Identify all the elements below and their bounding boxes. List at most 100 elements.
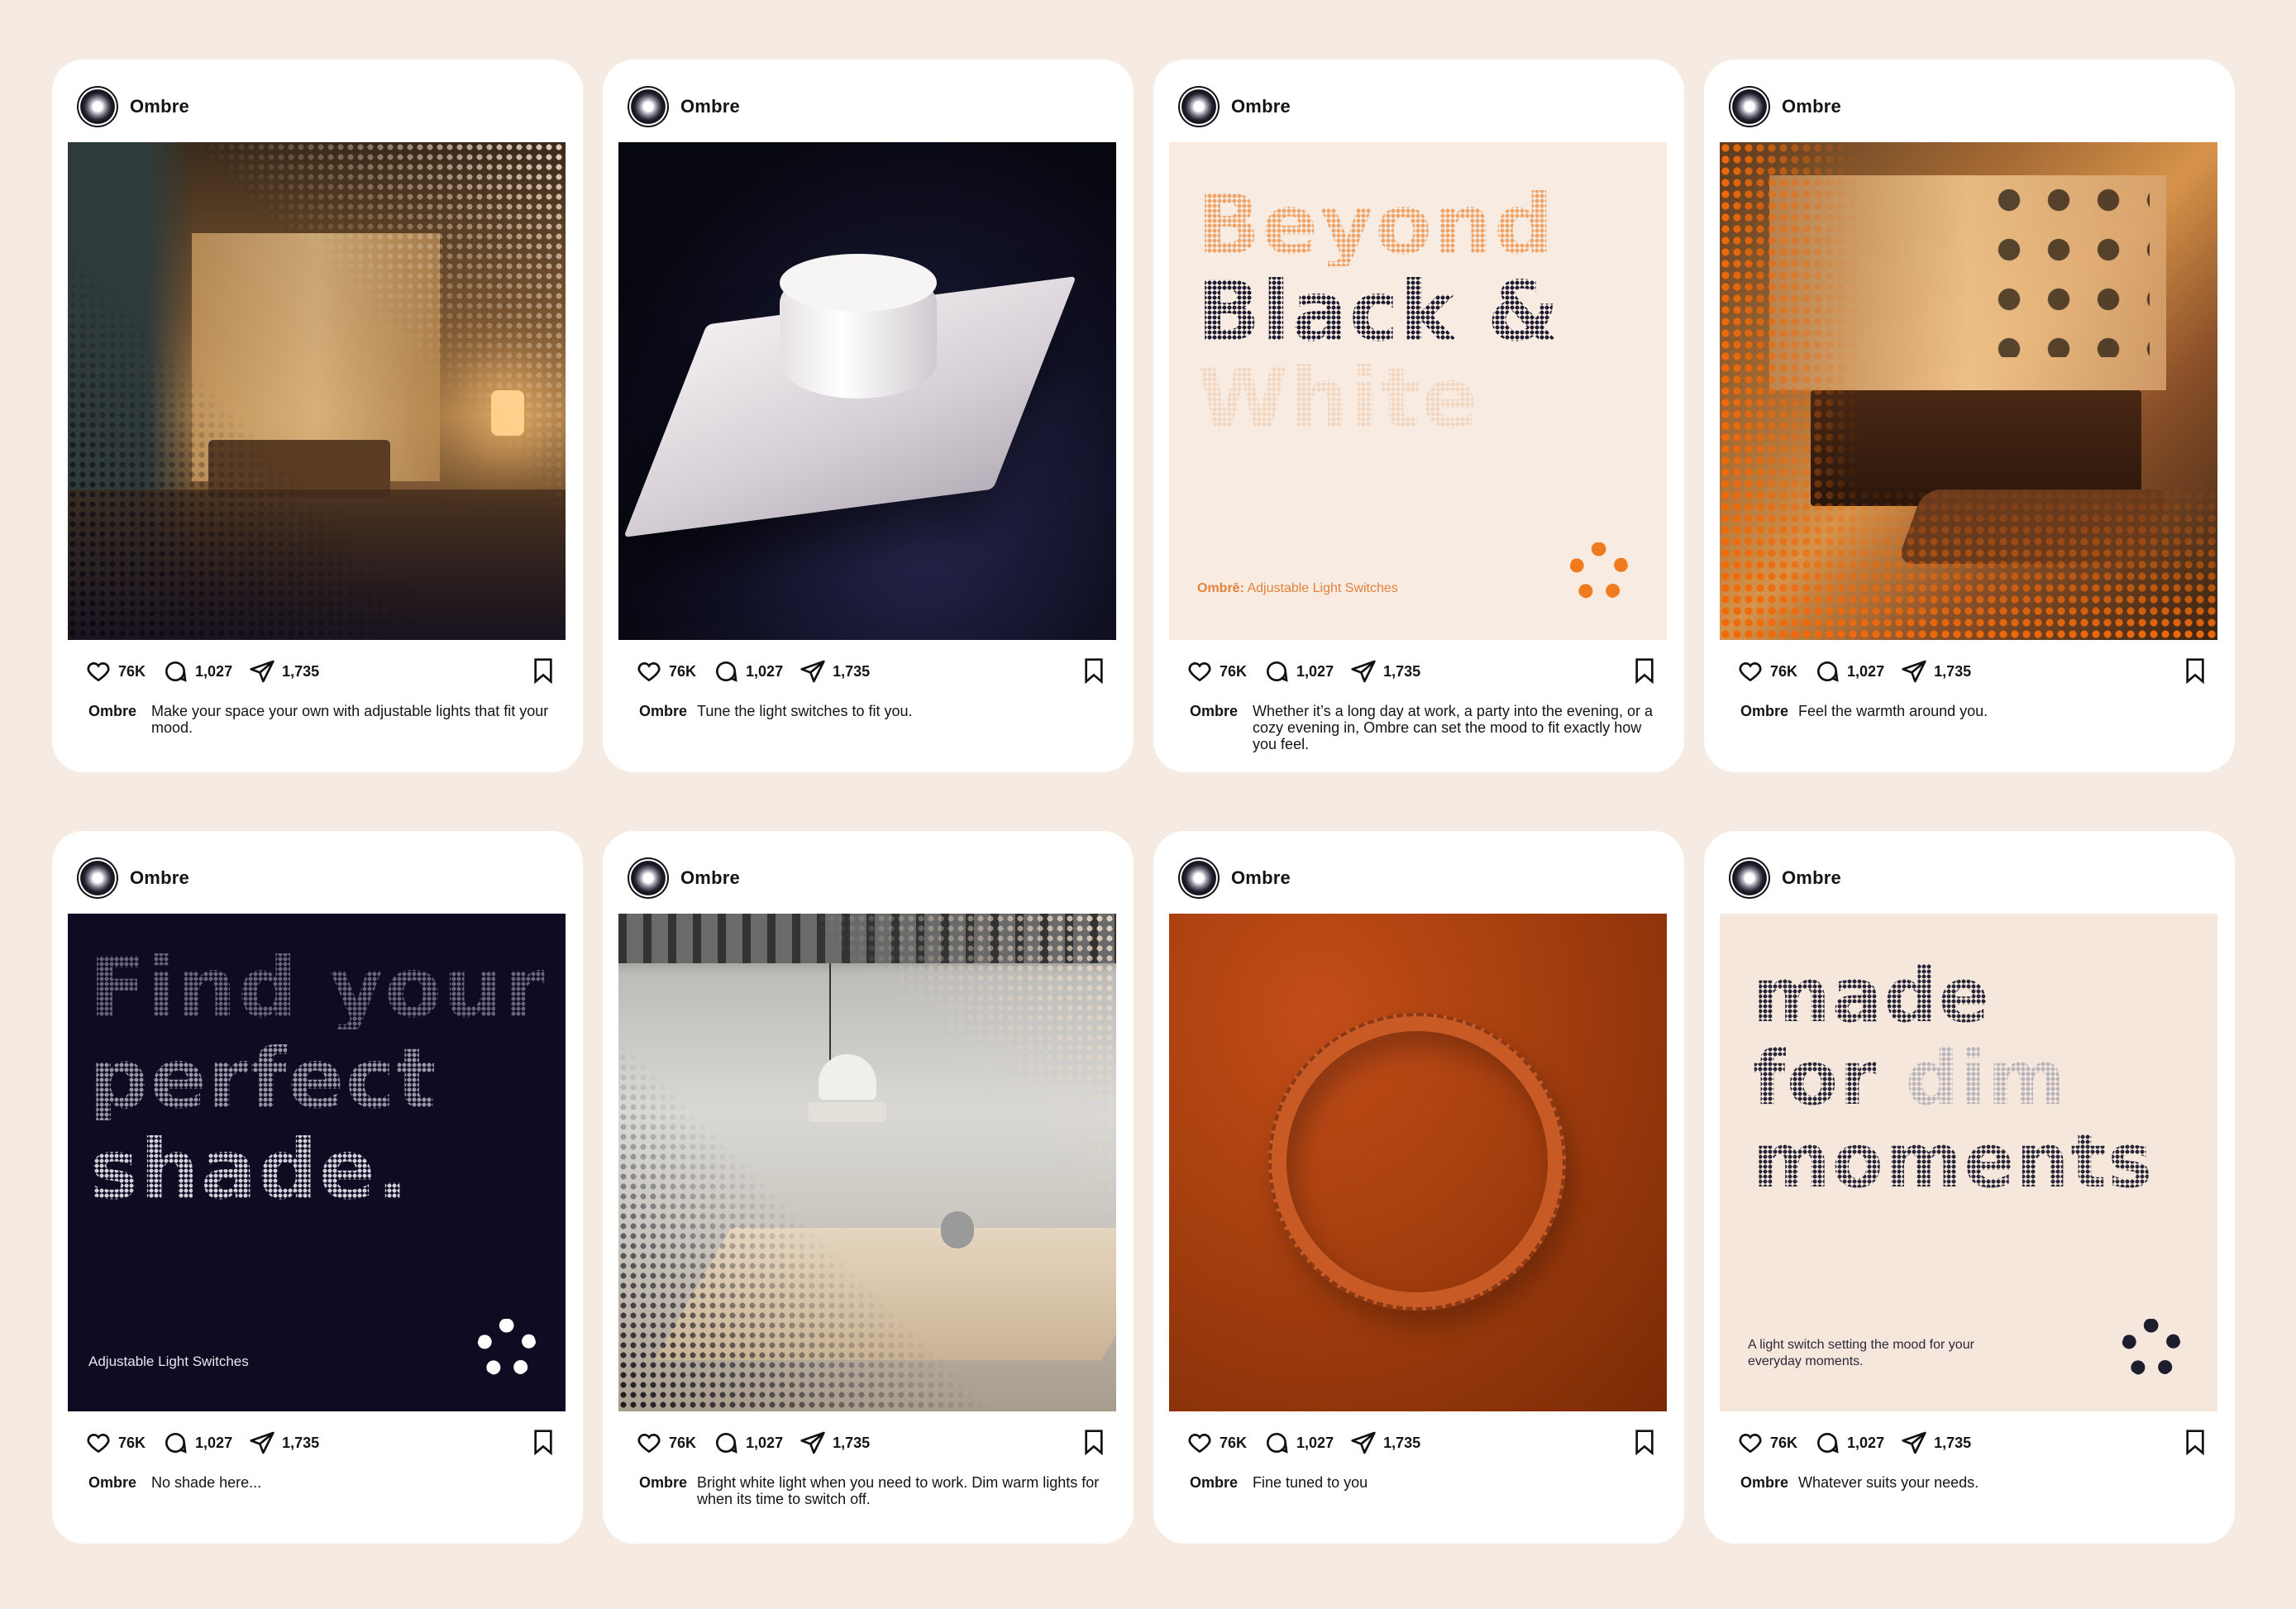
- caption-username[interactable]: Ombre: [88, 703, 136, 736]
- like-action[interactable]: 76K: [1737, 1430, 1797, 1456]
- paper-plane-icon[interactable]: [1350, 1430, 1377, 1456]
- like-action[interactable]: 76K: [85, 1430, 146, 1456]
- caption-username[interactable]: Ombre: [639, 1474, 687, 1507]
- comment-bubble-icon[interactable]: [713, 1430, 739, 1456]
- post-header[interactable]: Ombre: [628, 857, 740, 899]
- post-image-beyond-black-white[interactable]: Beyond Black & White Ombrē: Adjustable L…: [1169, 142, 1667, 640]
- post-header[interactable]: Ombre: [1729, 857, 1841, 899]
- save-action[interactable]: [1631, 1428, 1658, 1460]
- caption-username[interactable]: Ombre: [1190, 1474, 1238, 1491]
- share-action[interactable]: 1,735: [1901, 1430, 1971, 1456]
- post-header[interactable]: Ombre: [1178, 86, 1291, 127]
- caption-username[interactable]: Ombre: [1190, 703, 1238, 752]
- username[interactable]: Ombre: [680, 867, 740, 889]
- avatar[interactable]: [1729, 86, 1770, 127]
- paper-plane-icon[interactable]: [1901, 1430, 1927, 1456]
- bookmark-icon[interactable]: [1081, 1428, 1107, 1456]
- post-image-warm-sideboard[interactable]: [1720, 142, 2217, 640]
- caption-username[interactable]: Ombre: [88, 1474, 136, 1491]
- heart-icon[interactable]: [85, 1430, 112, 1456]
- save-action[interactable]: [530, 1428, 556, 1460]
- avatar[interactable]: [1178, 857, 1220, 899]
- post-image-orange-ring[interactable]: [1169, 914, 1667, 1411]
- comment-action[interactable]: 1,027: [1263, 1430, 1334, 1456]
- share-action[interactable]: 1,735: [249, 658, 319, 685]
- bookmark-icon[interactable]: [1631, 1428, 1658, 1456]
- share-action[interactable]: 1,735: [1350, 1430, 1420, 1456]
- like-action[interactable]: 76K: [1186, 658, 1247, 685]
- paper-plane-icon[interactable]: [1350, 658, 1377, 685]
- post-image-made-for-dim-moments[interactable]: made for dim moments A light switch sett…: [1720, 914, 2217, 1411]
- save-action[interactable]: [2182, 656, 2208, 689]
- post-header[interactable]: Ombre: [1178, 857, 1291, 899]
- caption-username[interactable]: Ombre: [1740, 703, 1788, 719]
- heart-icon[interactable]: [636, 658, 662, 685]
- comment-bubble-icon[interactable]: [162, 1430, 189, 1456]
- paper-plane-icon[interactable]: [800, 1430, 826, 1456]
- username[interactable]: Ombre: [1231, 96, 1291, 117]
- heart-icon[interactable]: [636, 1430, 662, 1456]
- comment-bubble-icon[interactable]: [162, 658, 189, 685]
- post-image-find-your-shade[interactable]: Find your perfect shade. Adjustable Ligh…: [68, 914, 566, 1411]
- caption-username[interactable]: Ombre: [639, 703, 687, 719]
- heart-icon[interactable]: [1186, 1430, 1213, 1456]
- post-header[interactable]: Ombre: [1729, 86, 1841, 127]
- comment-action[interactable]: 1,027: [1814, 1430, 1884, 1456]
- post-image-living-room[interactable]: [68, 142, 566, 640]
- comment-bubble-icon[interactable]: [1814, 1430, 1840, 1456]
- post-header[interactable]: Ombre: [77, 86, 189, 127]
- post-header[interactable]: Ombre: [77, 857, 189, 899]
- heart-icon[interactable]: [85, 658, 112, 685]
- heart-icon[interactable]: [1737, 658, 1764, 685]
- username[interactable]: Ombre: [1782, 867, 1841, 889]
- comment-action[interactable]: 1,027: [162, 658, 232, 685]
- avatar[interactable]: [1729, 857, 1770, 899]
- comment-bubble-icon[interactable]: [1814, 658, 1840, 685]
- bookmark-icon[interactable]: [530, 656, 556, 685]
- caption-username[interactable]: Ombre: [1740, 1474, 1788, 1491]
- bookmark-icon[interactable]: [1631, 656, 1658, 685]
- username[interactable]: Ombre: [1231, 867, 1291, 889]
- paper-plane-icon[interactable]: [1901, 658, 1927, 685]
- bookmark-icon[interactable]: [1081, 656, 1107, 685]
- comment-action[interactable]: 1,027: [1263, 658, 1334, 685]
- avatar[interactable]: [628, 857, 669, 899]
- post-header[interactable]: Ombre: [628, 86, 740, 127]
- avatar[interactable]: [1178, 86, 1220, 127]
- username[interactable]: Ombre: [130, 96, 189, 117]
- post-image-desk-pendant[interactable]: [618, 914, 1116, 1411]
- username[interactable]: Ombre: [680, 96, 740, 117]
- bookmark-icon[interactable]: [530, 1428, 556, 1456]
- paper-plane-icon[interactable]: [800, 658, 826, 685]
- share-action[interactable]: 1,735: [1350, 658, 1420, 685]
- share-action[interactable]: 1,735: [1901, 658, 1971, 685]
- bookmark-icon[interactable]: [2182, 1428, 2208, 1456]
- post-image-white-dial[interactable]: [618, 142, 1116, 640]
- share-action[interactable]: 1,735: [800, 1430, 870, 1456]
- share-action[interactable]: 1,735: [249, 1430, 319, 1456]
- avatar[interactable]: [77, 86, 118, 127]
- like-action[interactable]: 76K: [1737, 658, 1797, 685]
- comment-action[interactable]: 1,027: [713, 658, 783, 685]
- avatar[interactable]: [77, 857, 118, 899]
- bookmark-icon[interactable]: [2182, 656, 2208, 685]
- save-action[interactable]: [1081, 1428, 1107, 1460]
- username[interactable]: Ombre: [130, 867, 189, 889]
- like-action[interactable]: 76K: [636, 658, 696, 685]
- username[interactable]: Ombre: [1782, 96, 1841, 117]
- comment-action[interactable]: 1,027: [162, 1430, 232, 1456]
- comment-bubble-icon[interactable]: [1263, 658, 1290, 685]
- heart-icon[interactable]: [1186, 658, 1213, 685]
- like-action[interactable]: 76K: [85, 658, 146, 685]
- comment-action[interactable]: 1,027: [1814, 658, 1884, 685]
- save-action[interactable]: [1631, 656, 1658, 689]
- save-action[interactable]: [2182, 1428, 2208, 1460]
- heart-icon[interactable]: [1737, 1430, 1764, 1456]
- like-action[interactable]: 76K: [636, 1430, 696, 1456]
- comment-action[interactable]: 1,027: [713, 1430, 783, 1456]
- save-action[interactable]: [1081, 656, 1107, 689]
- like-action[interactable]: 76K: [1186, 1430, 1247, 1456]
- paper-plane-icon[interactable]: [249, 1430, 275, 1456]
- avatar[interactable]: [628, 86, 669, 127]
- share-action[interactable]: 1,735: [800, 658, 870, 685]
